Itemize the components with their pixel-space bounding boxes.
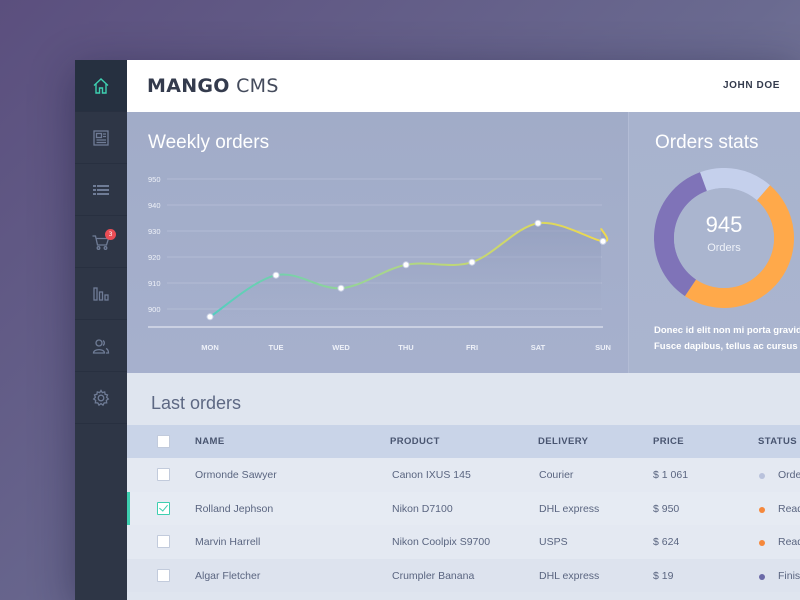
cell-name: Rolland Jephson bbox=[195, 502, 274, 515]
document-icon bbox=[93, 129, 109, 146]
data-point[interactable] bbox=[468, 258, 476, 266]
stats-description: Donec id elit non mi porta gravida Fusce… bbox=[654, 323, 800, 355]
sidebar-item-users[interactable] bbox=[75, 320, 127, 372]
user-menu[interactable]: JOHN DOE bbox=[723, 80, 780, 91]
orders-stats-title: Orders stats bbox=[655, 132, 759, 153]
cell-status: Read bbox=[778, 502, 800, 515]
x-tick-label: MON bbox=[201, 343, 219, 352]
sidebar-item-stats[interactable] bbox=[75, 268, 127, 320]
sidebar-item-list[interactable] bbox=[75, 164, 127, 216]
table-row[interactable]: Algar Fletcher Crumpler Banana DHL express… bbox=[127, 558, 800, 592]
bar-chart-icon bbox=[93, 286, 109, 301]
cell-status: Read bbox=[778, 536, 800, 548]
data-point[interactable] bbox=[599, 237, 607, 245]
y-tick-label: 900 bbox=[148, 305, 161, 314]
cell-delivery: DHL express bbox=[539, 569, 600, 582]
row-checkbox[interactable] bbox=[157, 568, 170, 582]
cell-delivery: USPS bbox=[539, 536, 568, 548]
cell-product: Crumpler Banana bbox=[392, 569, 475, 582]
sidebar: 3 bbox=[75, 60, 127, 600]
list-icon bbox=[93, 184, 109, 195]
table-header: NAME PRODUCT DELIVERY PRICE STATUS bbox=[127, 425, 800, 458]
select-all-checkbox[interactable] bbox=[157, 435, 170, 448]
status-dot bbox=[759, 473, 765, 479]
y-tick-label: 920 bbox=[148, 253, 161, 262]
column-header-delivery[interactable]: DELIVERY bbox=[538, 436, 588, 447]
x-tick-label: TUE bbox=[269, 343, 284, 352]
donut-hole bbox=[674, 188, 774, 288]
stats-description-line: Fusce dapibus, tellus ac cursus bbox=[654, 341, 798, 352]
cell-name: Algar Fletcher bbox=[195, 569, 261, 582]
users-icon bbox=[92, 338, 110, 354]
top-header: MANGO CMS JOHN DOE bbox=[127, 60, 800, 112]
row-checkbox[interactable] bbox=[157, 535, 170, 548]
cell-price: $ 624 bbox=[653, 536, 680, 548]
x-tick-label: FRI bbox=[466, 343, 478, 352]
data-point[interactable] bbox=[534, 219, 542, 227]
column-header-product[interactable]: PRODUCT bbox=[390, 436, 440, 447]
cell-status: Finis bbox=[778, 569, 800, 582]
row-checkbox[interactable] bbox=[157, 468, 170, 481]
status-dot bbox=[759, 506, 765, 513]
cell-product: Canon IXUS 145 bbox=[392, 469, 471, 481]
x-tick-label: WED bbox=[332, 343, 350, 352]
data-point[interactable] bbox=[402, 261, 410, 269]
status-dot bbox=[759, 540, 765, 546]
cart-badge: 3 bbox=[105, 229, 116, 240]
x-tick-label: SUN bbox=[595, 343, 611, 352]
y-tick-label: 940 bbox=[148, 201, 161, 210]
brand-light: CMS bbox=[236, 75, 279, 97]
selected-row-marker bbox=[127, 491, 130, 525]
status-dot bbox=[759, 573, 765, 580]
gear-icon bbox=[92, 388, 110, 406]
table-row[interactable]: Marvin Harrell Nikon Coolpix S9700 USPS $ 6… bbox=[127, 525, 800, 559]
cell-status: Orde bbox=[778, 469, 800, 481]
orders-total: 945 bbox=[705, 212, 743, 237]
table-row[interactable]: Rolland Jephson Nikon D7100 DHL express $ 9… bbox=[127, 491, 800, 525]
cell-delivery: DHL express bbox=[539, 502, 600, 515]
column-header-name[interactable]: NAME bbox=[195, 436, 225, 447]
y-tick-label: 950 bbox=[148, 175, 161, 184]
sidebar-item-pages[interactable] bbox=[75, 112, 127, 164]
data-point[interactable] bbox=[337, 284, 345, 292]
column-header-status[interactable]: STATUS bbox=[758, 436, 797, 447]
home-icon bbox=[93, 77, 109, 94]
table-row[interactable]: Ormonde Sawyer Canon IXUS 145 Courier $ 1 0… bbox=[127, 458, 800, 492]
weekly-orders-panel: Weekly orders 900 910 920 930 940 950 MON TUE WE… bbox=[127, 112, 628, 373]
data-point[interactable] bbox=[206, 313, 214, 321]
data-point[interactable] bbox=[272, 271, 280, 279]
y-tick-label: 930 bbox=[148, 227, 161, 236]
orders-donut-chart bbox=[654, 168, 794, 308]
cell-price: $ 1 061 bbox=[653, 469, 689, 481]
cell-name: Ormonde Sawyer bbox=[195, 469, 277, 481]
row-checkbox[interactable] bbox=[157, 501, 170, 515]
sidebar-item-settings[interactable] bbox=[75, 372, 127, 424]
app-logo: MANGO CMS bbox=[147, 75, 279, 97]
cell-name: Marvin Harrell bbox=[195, 536, 261, 548]
y-tick-label: 910 bbox=[148, 279, 161, 288]
x-tick-label: SAT bbox=[531, 343, 546, 352]
weekly-orders-chart: 900 910 920 930 940 950 MON TUE WED THU FRI SAT SUN bbox=[148, 175, 611, 352]
sidebar-item-home[interactable] bbox=[75, 60, 127, 112]
orders-total-label: Orders bbox=[707, 242, 741, 254]
cell-price: $ 950 bbox=[653, 502, 680, 515]
sidebar-item-cart[interactable]: 3 bbox=[75, 216, 127, 268]
orders-stats-panel: Orders stats 945 Orders Donec id elit no… bbox=[628, 112, 800, 373]
cell-price: $ 19 bbox=[653, 569, 674, 582]
brand-bold: MANGO bbox=[147, 75, 230, 97]
app-window: 3 MANGO CMS JOHN DOE Weekly orders 900 91… bbox=[75, 60, 800, 600]
last-orders-title: Last orders bbox=[151, 393, 242, 413]
cell-delivery: Courier bbox=[539, 469, 574, 481]
column-header-price[interactable]: PRICE bbox=[653, 436, 684, 447]
x-tick-label: THU bbox=[398, 343, 413, 352]
line-area bbox=[210, 222, 608, 327]
last-orders-section: Last orders NAME PRODUCT DELIVERY PRICE … bbox=[127, 373, 800, 600]
stats-description-line: Donec id elit non mi porta gravida bbox=[654, 325, 800, 336]
cell-product: Nikon Coolpix S9700 bbox=[392, 536, 491, 548]
cell-product: Nikon D7100 bbox=[392, 502, 453, 515]
